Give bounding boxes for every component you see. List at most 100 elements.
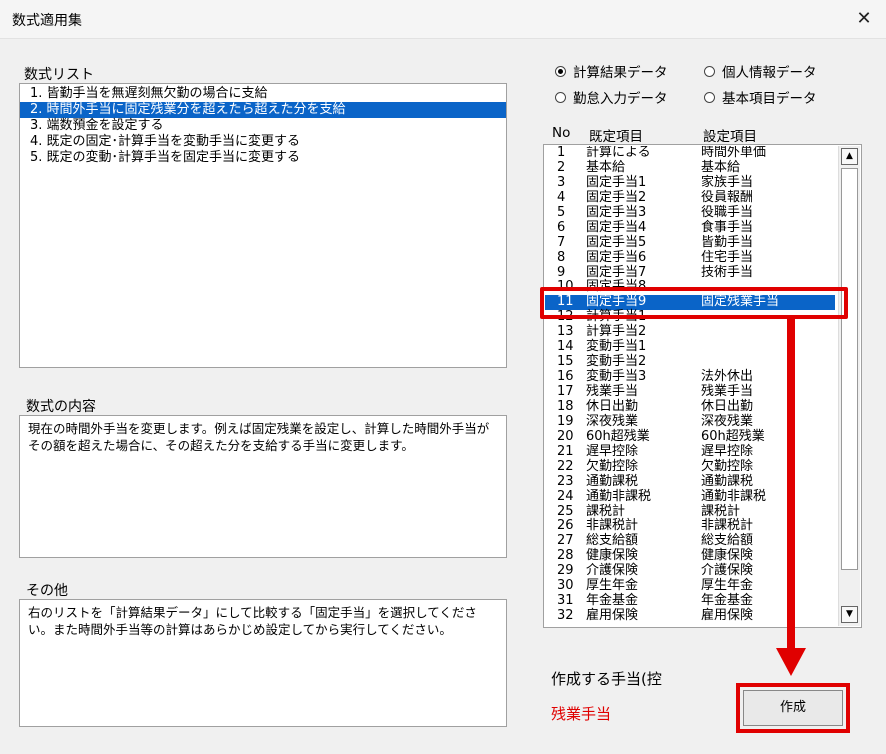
formula-list-label: 数式リスト [24,67,94,83]
item-default: 欠勤控除 [586,458,639,474]
close-icon[interactable]: ✕ [848,4,880,34]
scroll-up-icon[interactable]: ▲ [841,148,858,165]
create-button[interactable]: 作成 [743,690,843,726]
item-setting: 遅早控除 [701,443,754,459]
item-no: 31 [557,593,574,609]
item-no: 6 [557,219,566,235]
item-no: 14 [557,339,574,355]
item-setting: 基本給 [701,159,741,175]
other-text: 右のリストを「計算結果データ」にして比較する「固定手当」を選択してください。また… [28,605,477,637]
item-default: 変動手当1 [586,339,647,355]
item-no: 8 [557,249,566,265]
item-default: 固定手当4 [586,219,647,235]
item-default: 基本給 [586,159,626,175]
item-default: 通勤課税 [586,473,639,489]
formula-item-2[interactable]: 2. 時間外手当に固定残業分を超えたら超えた分を支給 [20,102,506,118]
item-setting: 厚生年金 [701,578,754,594]
other-textarea[interactable]: 右のリストを「計算結果データ」にして比較する「固定手当」を選択してください。また… [19,599,507,727]
item-default: 固定手当5 [586,234,647,250]
item-default: 厚生年金 [586,578,639,594]
item-setting: 雇用保険 [701,608,754,624]
radio-calc-result[interactable]: 計算結果データ [555,61,668,81]
radio-unchecked-icon [704,65,715,77]
item-no: 9 [557,264,566,280]
item-no: 28 [557,548,574,564]
item-no: 25 [557,503,574,519]
item-default: 非課税計 [586,518,639,534]
item-default: 固定手当6 [586,249,647,265]
item-setting: 非課税計 [701,518,754,534]
item-row[interactable]: 2 基本給 基本給 [545,159,835,176]
item-default: 60h超残業 [586,428,650,444]
item-setting: 深夜残業 [701,413,754,429]
item-setting: 通勤非課税 [701,488,767,504]
radio-basic-items-label: 基本項目データ [722,91,817,107]
item-no: 16 [557,369,574,385]
item-row[interactable]: 5 固定手当3 役職手当 [545,204,835,221]
item-default: 深夜残業 [586,413,639,429]
formula-item-5[interactable]: 5. 既定の変動･計算手当を固定手当に変更する [20,150,506,166]
item-setting: 介護保険 [701,563,754,579]
scroll-thumb[interactable] [841,168,858,570]
formula-list[interactable]: 1. 皆勤手当を無遅刻無欠勤の場合に支給 2. 時間外手当に固定残業分を超えたら… [19,83,507,368]
radio-basic-items[interactable]: 基本項目データ [704,87,817,107]
scroll-down-icon[interactable]: ▼ [841,606,858,623]
item-setting: 60h超残業 [701,428,765,444]
item-setting: 皆勤手当 [701,234,754,250]
window-title: 数式適用集 [12,13,82,29]
item-default: 通勤非課税 [586,488,652,504]
item-default: 計算手当2 [586,324,647,340]
item-default: 休日出勤 [586,398,639,414]
item-row[interactable]: 3 固定手当1 家族手当 [545,174,835,191]
item-setting: 休日出勤 [701,398,754,414]
item-default: 固定手当7 [586,264,647,280]
item-row[interactable]: 1 計算による 時間外単価 [545,146,835,161]
selected-row-highlight [540,287,848,319]
item-no: 18 [557,398,574,414]
items-scrollbar[interactable]: ▲ ▼ [838,146,860,626]
item-no: 24 [557,488,574,504]
item-setting: 食事手当 [701,219,754,235]
item-no: 22 [557,458,574,474]
item-setting: 年金基金 [701,593,754,609]
col-header-default: 既定項目 [589,129,643,145]
item-row[interactable]: 8 固定手当6 住宅手当 [545,249,835,266]
formula-item-4[interactable]: 4. 既定の固定･計算手当を変動手当に変更する [20,134,506,150]
content-text: 現在の時間外手当を変更します。例えば固定残業を設定し、計算した時間外手当がその額… [28,421,490,453]
item-no: 3 [557,174,566,190]
item-row[interactable]: 6 固定手当4 食事手当 [545,219,835,236]
radio-attendance-input-label: 勤怠入力データ [573,91,668,107]
formula-item-1[interactable]: 1. 皆勤手当を無遅刻無欠勤の場合に支給 [20,86,506,102]
other-label: その他 [26,583,68,599]
item-default: 固定手当1 [586,174,647,190]
item-no: 19 [557,413,574,429]
col-header-setting: 設定項目 [703,129,757,145]
radio-attendance-input[interactable]: 勤怠入力データ [555,87,668,107]
title-bar: 数式適用集 ✕ [0,0,886,39]
item-no: 2 [557,159,566,175]
item-setting: 時間外単価 [701,146,767,160]
item-no: 5 [557,204,566,220]
item-setting: 法外休出 [701,369,754,385]
item-default: 年金基金 [586,593,639,609]
radio-personal-info[interactable]: 個人情報データ [704,61,817,81]
col-header-no: No [552,125,571,141]
item-default: 残業手当 [586,384,639,399]
item-setting: 役員報酬 [701,189,754,205]
content-label: 数式の内容 [26,399,96,415]
item-row[interactable]: 9 固定手当7 技術手当 [545,264,835,281]
item-no: 30 [557,578,574,594]
item-no: 29 [557,563,574,579]
formula-item-3[interactable]: 3. 端数預金を設定する [20,118,506,134]
item-no: 1 [557,146,566,160]
create-button-highlight: 作成 [736,683,850,733]
radio-unchecked-icon [704,91,715,103]
item-setting: 欠勤控除 [701,458,754,474]
radio-personal-info-label: 個人情報データ [722,65,817,81]
item-row[interactable]: 4 固定手当2 役員報酬 [545,189,835,206]
radio-unchecked-icon [555,91,566,103]
item-no: 32 [557,608,574,624]
item-row[interactable]: 7 固定手当5 皆勤手当 [545,234,835,251]
item-setting: 残業手当 [701,384,754,399]
content-textarea[interactable]: 現在の時間外手当を変更します。例えば固定残業を設定し、計算した時間外手当がその額… [19,415,507,558]
